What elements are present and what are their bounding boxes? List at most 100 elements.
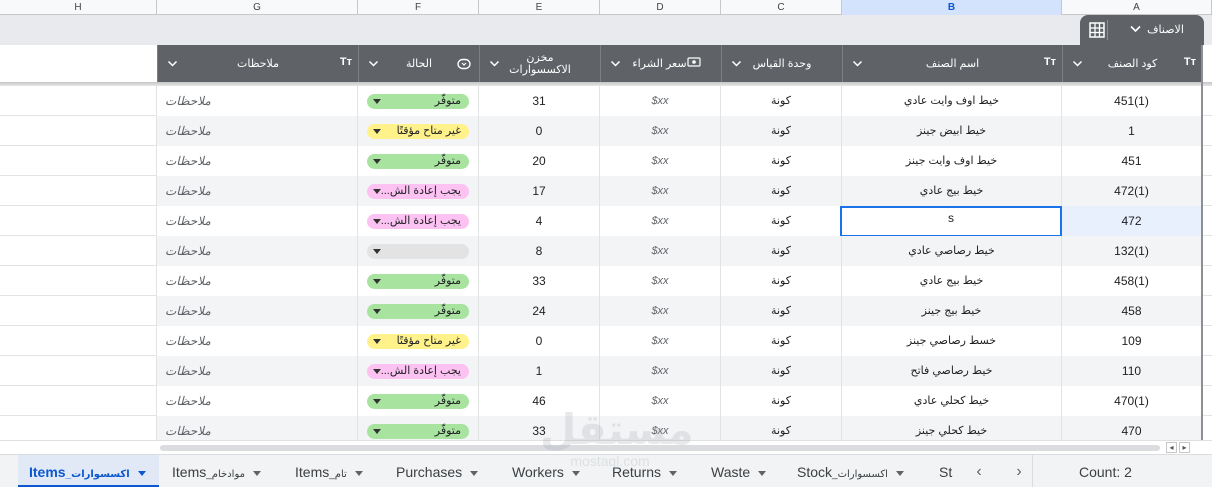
column-header-e[interactable]: E bbox=[479, 0, 600, 15]
sheet-tab-items-raw[interactable]: Items_موادخام bbox=[160, 455, 285, 487]
cell-name[interactable]: خيط كحلي عادي bbox=[842, 386, 1062, 416]
cell-status[interactable]: يجب إعادة الش... bbox=[358, 176, 479, 206]
cell-name[interactable]: خسط رصاصي جينز bbox=[842, 326, 1062, 356]
cell-stock[interactable]: 24 bbox=[479, 296, 600, 326]
cell-name[interactable]: خيط اوف وايت جينز bbox=[842, 146, 1062, 176]
cell-status[interactable]: غير متاح مؤقتًا bbox=[358, 116, 479, 146]
column-header-c[interactable]: C bbox=[721, 0, 842, 15]
cell-notes[interactable]: ملاحظات bbox=[157, 386, 358, 416]
status-chip[interactable]: غير متاح مؤقتًا bbox=[367, 334, 469, 349]
cell-code[interactable]: 470(1) bbox=[1062, 386, 1202, 416]
cell-notes[interactable]: ملاحظات bbox=[157, 206, 358, 236]
dropdown-arrow-icon[interactable] bbox=[373, 279, 381, 284]
cell-empty[interactable] bbox=[0, 416, 157, 440]
status-chip[interactable]: غير متاح مؤقتًا bbox=[367, 124, 469, 139]
sheet-tab-workers[interactable]: Workers bbox=[499, 455, 601, 487]
dropdown-arrow-icon[interactable] bbox=[373, 309, 381, 314]
horizontal-scrollbar[interactable]: ◂ ▸ bbox=[0, 440, 1212, 454]
cell-empty[interactable] bbox=[0, 266, 157, 296]
cell-unit[interactable]: كونة bbox=[721, 206, 842, 236]
cell-price[interactable]: $xx bbox=[600, 266, 721, 296]
cell-price[interactable]: $xx bbox=[600, 416, 721, 440]
cell-unit[interactable]: كونة bbox=[721, 326, 842, 356]
header-stock[interactable]: مخزن الاكسسوارات bbox=[479, 45, 600, 82]
chevron-down-icon[interactable] bbox=[571, 470, 580, 476]
cell-notes[interactable]: ملاحظات bbox=[157, 326, 358, 356]
cell-stock[interactable]: 33 bbox=[479, 416, 600, 440]
cell-empty[interactable] bbox=[0, 146, 157, 176]
cell-status[interactable]: يجب إعادة الش... bbox=[358, 206, 479, 236]
cell-code[interactable]: 458 bbox=[1062, 296, 1202, 326]
dropdown-arrow-icon[interactable] bbox=[373, 99, 381, 104]
column-header-g[interactable]: G bbox=[157, 0, 358, 15]
cell-unit[interactable]: كونة bbox=[721, 266, 842, 296]
header-notes[interactable]: ملاحظات Tт bbox=[157, 45, 358, 82]
cell-stock[interactable]: 8 bbox=[479, 236, 600, 266]
chevron-down-icon[interactable] bbox=[1130, 15, 1141, 45]
cell-name[interactable]: خيط رصاصي عادي bbox=[842, 236, 1062, 266]
cell-status[interactable]: غير متاح مؤقتًا bbox=[358, 326, 479, 356]
cell-name[interactable]: خيط كحلي جينز bbox=[842, 416, 1062, 440]
dropdown-arrow-icon[interactable] bbox=[373, 399, 381, 404]
cell-stock[interactable]: 1 bbox=[479, 356, 600, 386]
cell-code[interactable]: 470 bbox=[1062, 416, 1202, 440]
sheet-tab-returns[interactable]: Returns bbox=[601, 455, 699, 487]
cell-status[interactable]: متوفّر bbox=[358, 386, 479, 416]
cell-empty[interactable] bbox=[0, 386, 157, 416]
cell-notes[interactable]: ملاحظات bbox=[157, 266, 358, 296]
sheet-tab-purchases[interactable]: Purchases bbox=[385, 455, 499, 487]
cell-unit[interactable]: كونة bbox=[721, 386, 842, 416]
cell-name[interactable]: خيط بيج جينز bbox=[842, 296, 1062, 326]
cell-name[interactable]: خيط رصاصي فاتح bbox=[842, 356, 1062, 386]
chevron-down-icon[interactable] bbox=[758, 470, 767, 476]
cell-notes[interactable]: ملاحظات bbox=[157, 356, 358, 386]
column-header-a[interactable]: A bbox=[1062, 0, 1212, 15]
cell-name[interactable]: خيط ابيض جينز bbox=[842, 116, 1062, 146]
cell-status[interactable]: متوفّر bbox=[358, 146, 479, 176]
column-header-h[interactable]: H bbox=[0, 0, 157, 15]
chevron-down-icon[interactable] bbox=[252, 470, 261, 476]
cell-unit[interactable]: كونة bbox=[721, 296, 842, 326]
header-name[interactable]: اسم الصنف Tт bbox=[842, 45, 1062, 82]
chevron-down-icon[interactable] bbox=[137, 470, 146, 476]
dropdown-arrow-icon[interactable] bbox=[373, 429, 381, 434]
cell-empty[interactable] bbox=[0, 116, 157, 146]
dropdown-arrow-icon[interactable] bbox=[373, 159, 381, 164]
cell-unit[interactable]: كونة bbox=[721, 146, 842, 176]
cell-stock[interactable]: 33 bbox=[479, 266, 600, 296]
cell-notes[interactable]: ملاحظات bbox=[157, 296, 358, 326]
cell-unit[interactable]: كونة bbox=[721, 86, 842, 116]
cell-notes[interactable]: ملاحظات bbox=[157, 416, 358, 440]
status-chip[interactable]: متوفّر bbox=[367, 394, 469, 409]
cell-price[interactable]: $xx bbox=[600, 326, 721, 356]
status-chip[interactable]: يجب إعادة الش... bbox=[367, 364, 469, 379]
cell-status[interactable]: متوفّر bbox=[358, 296, 479, 326]
cell-status[interactable]: متوفّر bbox=[358, 416, 479, 440]
cell-price[interactable]: $xx bbox=[600, 236, 721, 266]
cell-unit[interactable]: كونة bbox=[721, 116, 842, 146]
table-name-tab[interactable]: الاصناف bbox=[1080, 15, 1204, 45]
chevron-down-icon[interactable] bbox=[669, 470, 678, 476]
status-chip[interactable]: متوفّر bbox=[367, 424, 469, 439]
cell-notes[interactable]: ملاحظات bbox=[157, 116, 358, 146]
dropdown-arrow-icon[interactable] bbox=[373, 249, 381, 254]
cell-status[interactable]: متوفّر bbox=[358, 266, 479, 296]
sheet-tab-truncated[interactable]: St bbox=[925, 455, 956, 487]
status-chip[interactable] bbox=[367, 244, 469, 259]
status-chip[interactable]: متوفّر bbox=[367, 94, 469, 109]
cell-stock[interactable]: 46 bbox=[479, 386, 600, 416]
cell-stock[interactable]: 17 bbox=[479, 176, 600, 206]
cell-unit[interactable]: كونة bbox=[721, 236, 842, 266]
dropdown-arrow-icon[interactable] bbox=[373, 369, 381, 374]
header-code[interactable]: كود الصنف Tт bbox=[1062, 45, 1202, 82]
cell-code[interactable]: 110 bbox=[1062, 356, 1202, 386]
cell-empty[interactable] bbox=[0, 236, 157, 266]
status-chip[interactable]: متوفّر bbox=[367, 304, 469, 319]
cell-notes[interactable]: ملاحظات bbox=[157, 86, 358, 116]
cell-code[interactable]: 472(1) bbox=[1062, 176, 1202, 206]
cell-price[interactable]: $xx bbox=[600, 146, 721, 176]
cell-code[interactable]: 451 bbox=[1062, 146, 1202, 176]
table-grid-icon[interactable] bbox=[1088, 20, 1108, 40]
cell-name[interactable]: خيط بيج عادي bbox=[842, 176, 1062, 206]
chevron-left-icon[interactable]: ‹ bbox=[966, 455, 992, 487]
